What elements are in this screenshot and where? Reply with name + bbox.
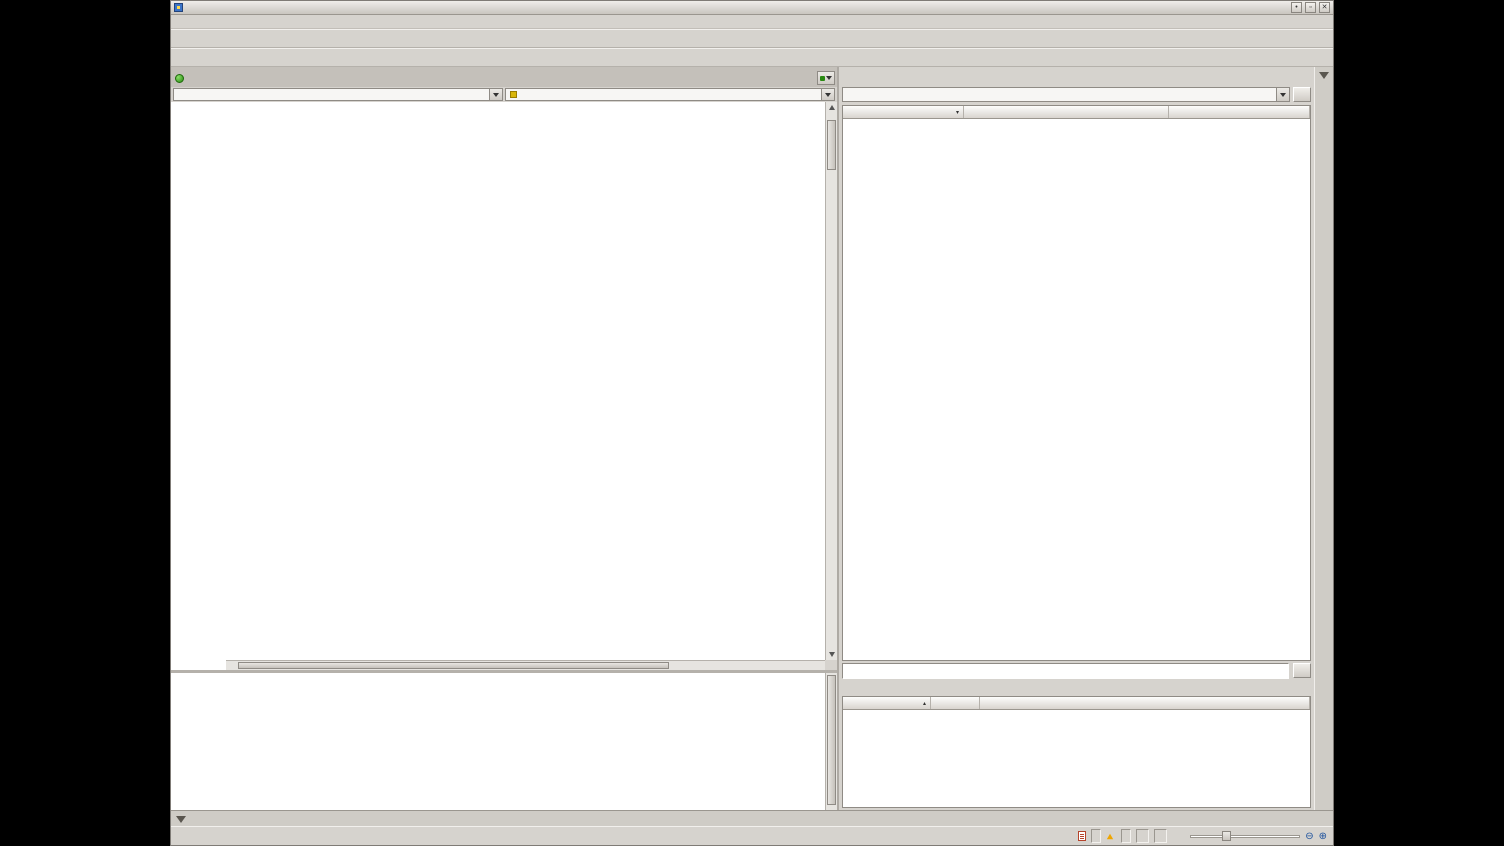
combo-arrow-button[interactable]: [821, 89, 834, 100]
slider-groove: [1190, 835, 1300, 838]
debug-source-row: [839, 86, 1314, 104]
position-indicator: [1154, 829, 1167, 843]
threads-header: ▴: [843, 697, 1310, 710]
navigator-row: [171, 87, 837, 102]
editor-horizontal-scrollbar[interactable]: [226, 660, 825, 670]
debug-viewer-pane: ▾ ▴: [839, 67, 1314, 810]
editor-column: [171, 67, 839, 810]
scrollbar-thumb[interactable]: [238, 662, 669, 669]
app-window: • ▫ ✕: [170, 0, 1334, 846]
scroll-down-icon[interactable]: [829, 652, 835, 657]
locals-header: ▾: [843, 106, 1310, 119]
code-editor[interactable]: [171, 102, 837, 670]
filter-icon[interactable]: [176, 816, 186, 823]
slider-handle[interactable]: [1222, 831, 1231, 841]
method-combobox[interactable]: [505, 88, 835, 101]
toolbar-row-1: [171, 29, 1333, 48]
threads-label: [839, 682, 1314, 696]
right-sidebar-tabstrip: [1314, 67, 1333, 810]
maximize-button[interactable]: ▫: [1305, 2, 1316, 13]
stack-frame-combobox[interactable]: [842, 87, 1290, 102]
locals-table: ▾: [842, 105, 1311, 661]
tab-list-icon: [820, 76, 825, 81]
line-indicator: [1136, 829, 1149, 843]
threads-header-id[interactable]: ▴: [843, 697, 931, 709]
zoom-in-icon[interactable]: ⊕: [1319, 831, 1327, 842]
encoding-indicator[interactable]: [1091, 829, 1101, 843]
sort-indicator-icon: ▾: [956, 109, 959, 116]
locals-header-value[interactable]: [964, 106, 1169, 118]
class-combobox[interactable]: [173, 88, 503, 101]
threads-header-name[interactable]: [931, 697, 980, 709]
online-indicator-icon: [175, 74, 184, 83]
close-button[interactable]: ✕: [1319, 2, 1330, 13]
tab-list-button[interactable]: [817, 71, 835, 85]
zoom-out-icon[interactable]: ⊖: [1305, 831, 1313, 842]
zoom-slider[interactable]: [1190, 830, 1300, 842]
statusbar: ⊖ ⊕: [171, 826, 1333, 845]
debug-set-row: [839, 661, 1314, 682]
shell-vertical-scrollbar[interactable]: [825, 673, 837, 810]
combo-arrow-button[interactable]: [489, 89, 502, 100]
filter-icon[interactable]: [1319, 72, 1329, 79]
document-status-icon: [1078, 831, 1086, 841]
combo-arrow-button[interactable]: [1276, 88, 1289, 101]
menubar: [171, 15, 1333, 29]
toolbar-row-2: [171, 48, 1333, 67]
main-area: ▾ ▴: [171, 67, 1333, 810]
window-icon: [174, 3, 183, 12]
editor-tabbar: [171, 67, 837, 87]
scrollbar-corner: [825, 660, 837, 670]
locals-header-type[interactable]: [1169, 106, 1310, 118]
debug-toolbar: [839, 67, 1314, 86]
titlebar: • ▫ ✕: [171, 1, 1333, 15]
scrollbar-thumb[interactable]: [827, 120, 836, 170]
locals-header-locals[interactable]: ▾: [843, 106, 964, 118]
minimize-button[interactable]: •: [1291, 2, 1302, 13]
scrollbar-thumb[interactable]: [827, 675, 836, 805]
threads-header-state[interactable]: [980, 697, 1310, 709]
editor-area: [171, 67, 837, 670]
debug-set-input[interactable]: [842, 663, 1289, 679]
source-button[interactable]: [1293, 87, 1311, 102]
threads-table: ▴: [842, 696, 1311, 808]
warning-icon: [1107, 833, 1113, 839]
shell-pane[interactable]: [171, 670, 837, 810]
scroll-up-icon[interactable]: [829, 105, 835, 110]
readwrite-indicator[interactable]: [1121, 829, 1131, 843]
method-icon: [510, 91, 517, 98]
bottom-tabbar: [171, 810, 1333, 826]
set-button[interactable]: [1293, 663, 1311, 678]
sort-indicator-icon: ▴: [923, 700, 926, 707]
chevron-down-icon: [826, 76, 832, 80]
editor-vertical-scrollbar[interactable]: [825, 102, 837, 660]
